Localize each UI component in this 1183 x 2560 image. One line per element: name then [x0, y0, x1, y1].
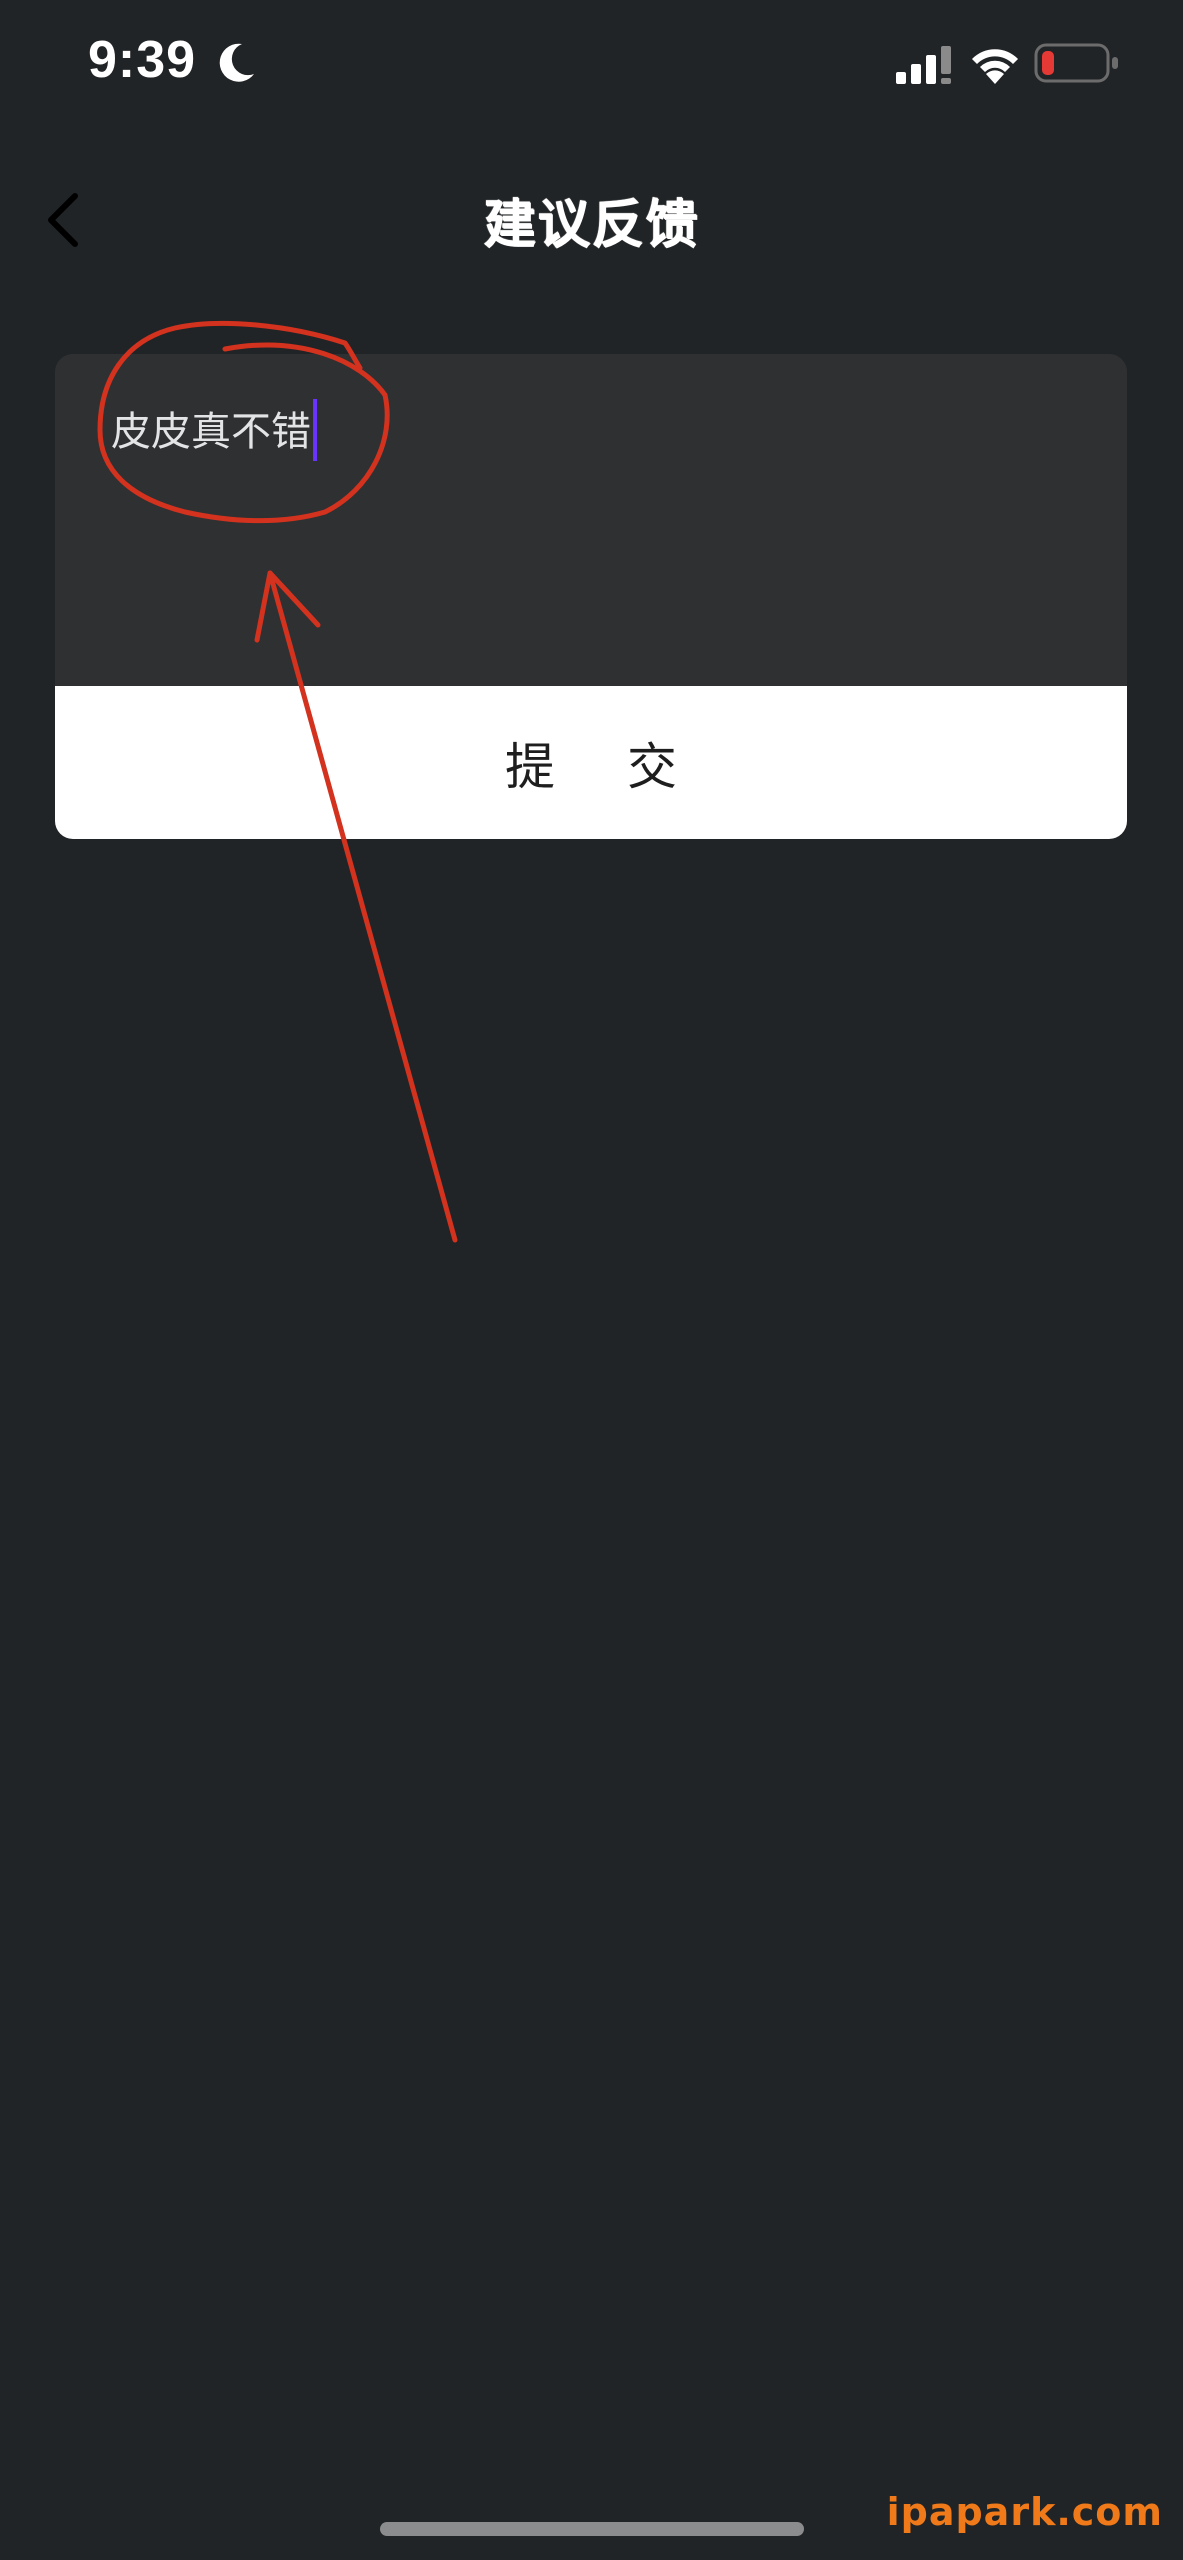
feedback-card: 皮皮真不错 提 交: [55, 354, 1127, 839]
status-bar: 9:39: [0, 0, 1183, 130]
feedback-input-value: 皮皮真不错: [111, 409, 311, 455]
status-time: 9:39: [88, 31, 197, 89]
moon-icon: [219, 43, 254, 82]
nav-bar: 建议反馈: [0, 130, 1183, 295]
submit-button[interactable]: 提 交: [55, 686, 1127, 839]
battery-low-icon: [1034, 43, 1118, 83]
feedback-input-text: 皮皮真不错: [111, 399, 317, 465]
page-title: 建议反馈: [483, 195, 700, 255]
wifi-icon: [972, 49, 1018, 84]
text-caret: [313, 399, 317, 461]
cellular-signal-icon: [896, 46, 951, 84]
home-indicator: [380, 2522, 804, 2536]
feedback-textarea[interactable]: 皮皮真不错: [55, 354, 1127, 686]
submit-button-label: 提 交: [505, 737, 705, 796]
watermark: ipapark.com: [886, 2490, 1163, 2534]
